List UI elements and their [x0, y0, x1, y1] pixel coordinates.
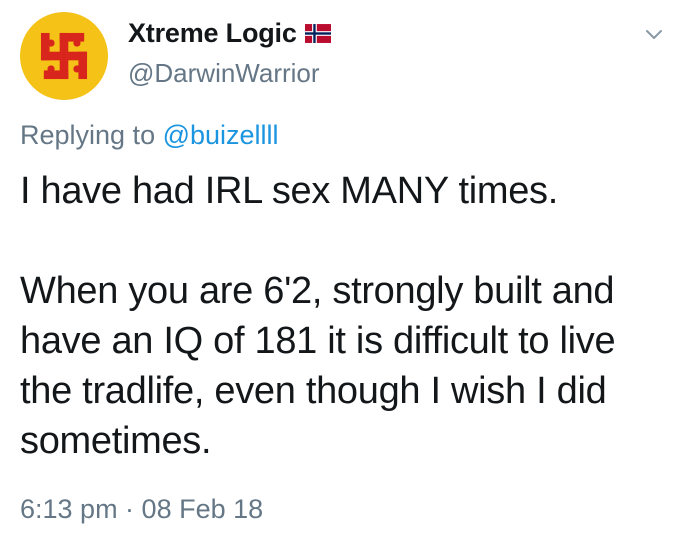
norway-flag-icon	[304, 24, 331, 43]
reply-mention-link[interactable]: @buizellll	[163, 120, 279, 150]
tweet-text: I have had IRL sex MANY times. When you …	[20, 166, 670, 466]
avatar[interactable]	[20, 12, 108, 100]
tweet-card: Xtreme Logic @DarwinWarrior Replying to …	[0, 0, 680, 540]
replying-to-label: Replying to	[20, 120, 163, 150]
tweet-text-paragraph-2: When you are 6'2, strongly built and hav…	[20, 270, 616, 462]
swastika-icon	[40, 32, 88, 80]
tweet-text-line-1: I have had IRL sex MANY times.	[20, 170, 559, 212]
chevron-down-icon[interactable]	[642, 22, 666, 46]
display-name[interactable]: Xtreme Logic	[128, 18, 297, 49]
author-name-row[interactable]: Xtreme Logic	[128, 18, 331, 49]
user-handle[interactable]: @DarwinWarrior	[128, 58, 320, 89]
tweet-timestamp[interactable]: 6:13 pm · 08 Feb 18	[20, 494, 263, 525]
replying-to-line: Replying to @buizellll	[20, 120, 279, 151]
